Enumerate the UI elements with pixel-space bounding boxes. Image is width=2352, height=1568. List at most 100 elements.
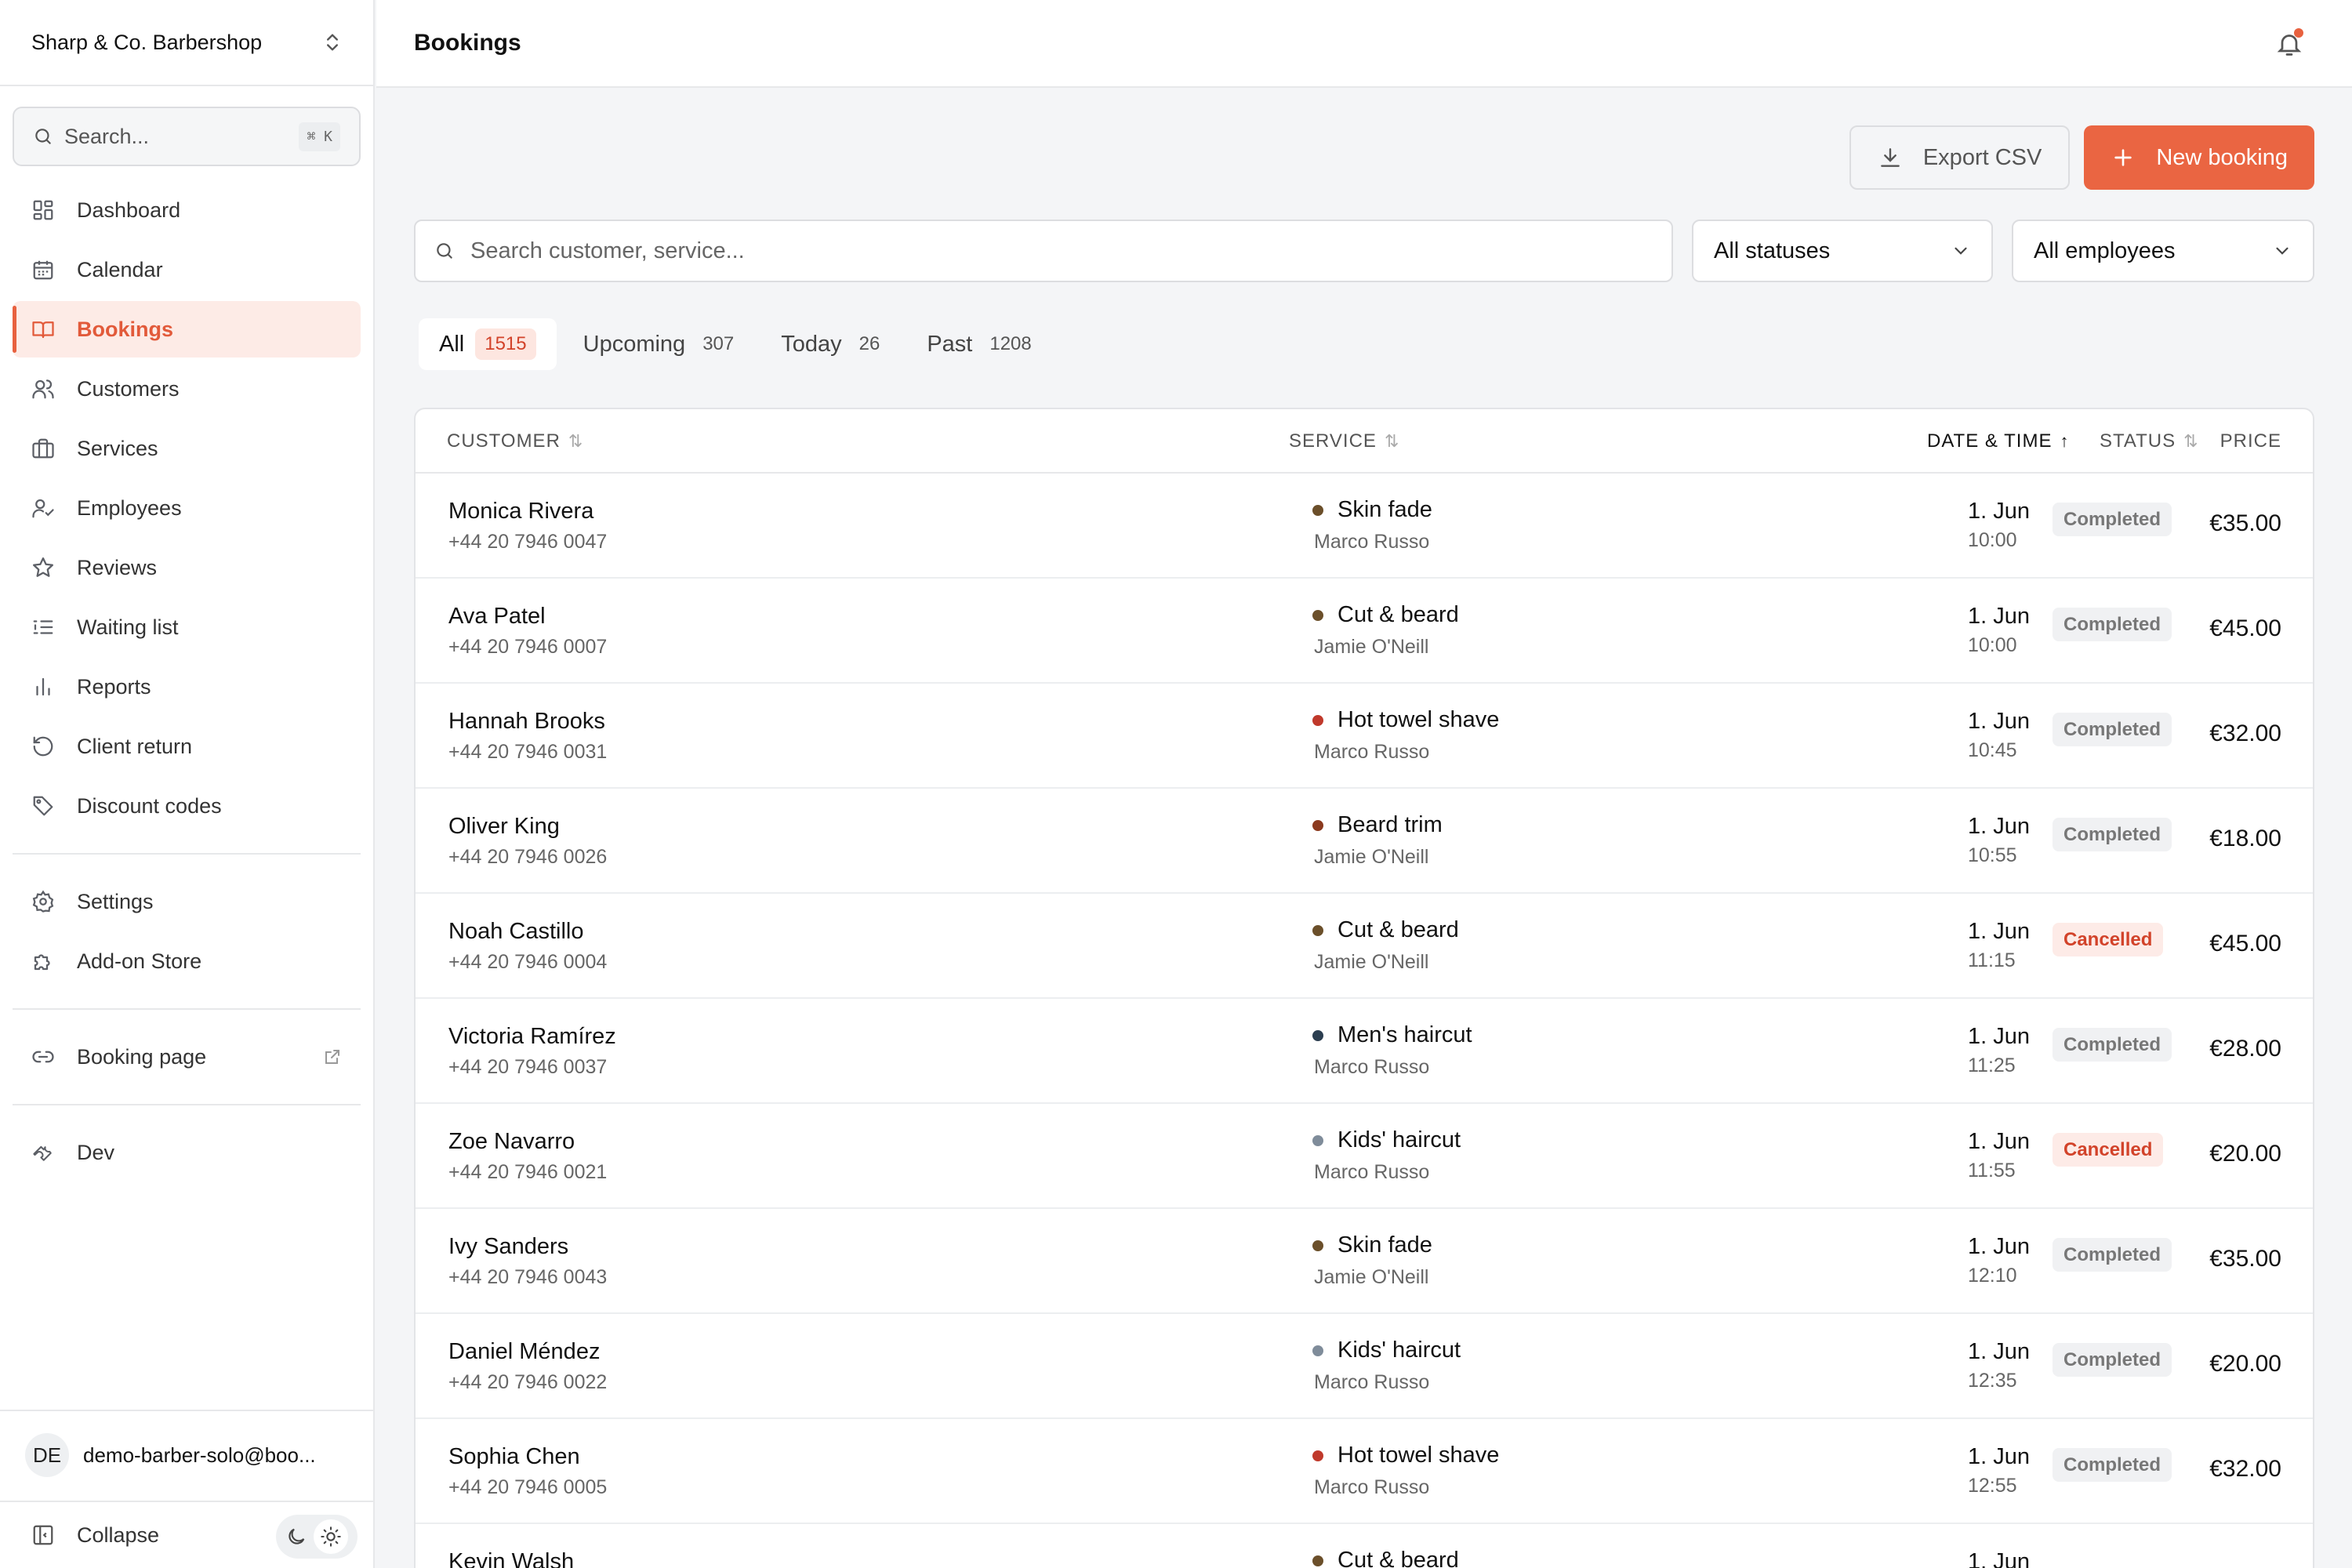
employee-name: Marco Russo (1314, 1371, 1430, 1393)
collapse-label: Collapse (77, 1523, 160, 1547)
sidebar-item-reviews[interactable]: Reviews (13, 539, 361, 596)
date-time-cell: 1. Jun 10:00 (1968, 604, 2030, 657)
bookings-search-input[interactable]: Search customer, service... (414, 220, 1673, 282)
table-row[interactable]: Zoe Navarro +44 20 7946 0021 Kids' haircut… (416, 1104, 2313, 1209)
sidebar-item-client-return[interactable]: Client return (13, 718, 361, 775)
customer-name: Victoria Ramírez (448, 1024, 616, 1049)
column-header-service[interactable]: SERVICE ⇅ (1289, 409, 1399, 474)
tab-label: Today (781, 331, 842, 357)
table-row[interactable]: Ivy Sanders +44 20 7946 0043 Skin fade Jami… (416, 1209, 2313, 1314)
customer-cell: Victoria Ramírez +44 20 7946 0037 (448, 1024, 616, 1079)
price-cell: €28.00 (2209, 1036, 2281, 1062)
notification-dot (2294, 28, 2303, 38)
moon-icon[interactable] (285, 1526, 307, 1548)
customer-cell: Hannah Brooks +44 20 7946 0031 (448, 709, 607, 764)
sort-icon: ⇅ (2183, 431, 2199, 451)
sidebar-item-customers[interactable]: Customers (13, 361, 361, 417)
service-cell: Cut & beard (1312, 1548, 1459, 1568)
employee-name: Jamie O'Neill (1314, 636, 1429, 658)
user-menu[interactable]: DE demo-barber-solo@boo... (0, 1410, 373, 1499)
sidebar-item-add-on-store[interactable]: Add-on Store (13, 933, 361, 989)
sidebar-item-bookings[interactable]: Bookings (13, 301, 361, 358)
sidebar-item-discount-codes[interactable]: Discount codes (13, 778, 361, 834)
collapse-sidebar[interactable]: Collapse (0, 1501, 373, 1568)
sidebar-item-employees[interactable]: Employees (13, 480, 361, 536)
sidebar-item-label: Dashboard (77, 198, 181, 222)
export-csv-button[interactable]: Export CSV (1849, 125, 2071, 190)
table-row[interactable]: Ava Patel +44 20 7946 0007 Cut & beard Jami… (416, 579, 2313, 684)
sidebar-item-waiting-list[interactable]: Waiting list (13, 599, 361, 655)
customer-phone: +44 20 7946 0031 (448, 741, 608, 763)
status-badge: Completed (2053, 713, 2172, 746)
status-badge: Cancelled (2053, 1133, 2164, 1167)
theme-toggle[interactable] (276, 1515, 358, 1559)
sidebar-item-calendar[interactable]: Calendar (13, 241, 361, 298)
page-actions: Export CSV New booking (1849, 125, 2314, 190)
filters-bar: Search customer, service... All statuses… (414, 220, 2314, 282)
table-row[interactable]: Oliver King +44 20 7946 0026 Beard trim Jam… (416, 789, 2313, 894)
status-filter-select[interactable]: All statuses (1692, 220, 1993, 282)
status-badge: Completed (2053, 1448, 2172, 1482)
price-cell: €20.00 (2209, 1141, 2281, 1167)
sidebar-item-label: Add-on Store (77, 949, 202, 973)
price-cell: €18.00 (2209, 826, 2281, 852)
table-row[interactable]: Hannah Brooks +44 20 7946 0031 Hot towel s… (416, 684, 2313, 789)
column-header-customer[interactable]: CUSTOMER ⇅ (447, 409, 583, 474)
table-row[interactable]: Sophia Chen +44 20 7946 0005 Hot towel sha… (416, 1419, 2313, 1524)
status-badge: Completed (2053, 818, 2172, 851)
new-booking-button[interactable]: New booking (2084, 125, 2314, 190)
table-row[interactable]: Daniel Méndez +44 20 7946 0022 Kids' hairc… (416, 1314, 2313, 1419)
wrench-icon (33, 1145, 52, 1161)
column-label: CUSTOMER (447, 430, 561, 452)
status-cell: Completed (2053, 1028, 2172, 1062)
column-header-date-time[interactable]: DATE & TIME ↑ (1927, 409, 2069, 474)
booking-price: €18.00 (2209, 826, 2281, 851)
sidebar-item-label: Bookings (77, 317, 174, 341)
customer-name: Ava Patel (448, 604, 546, 629)
tab-all[interactable]: All 1515 (419, 318, 557, 370)
sidebar-item-dashboard[interactable]: Dashboard (13, 182, 361, 238)
tab-label: All (439, 331, 465, 357)
date-time-cell: 1. Jun 10:55 (1968, 814, 2030, 867)
table-row[interactable]: Noah Castillo +44 20 7946 0004 Cut & beard… (416, 894, 2313, 999)
booking-time: 10:00 (1968, 634, 2017, 656)
sidebar-search[interactable]: Search... ⌘ K (13, 107, 361, 166)
sun-toggle[interactable] (314, 1519, 348, 1554)
table-row[interactable]: Victoria Ramírez +44 20 7946 0037 Men's ha… (416, 999, 2313, 1104)
sun-icon (321, 1526, 341, 1547)
sidebar-item-label: Customers (77, 376, 180, 401)
sidebar-item-dev[interactable]: Dev (13, 1124, 361, 1181)
employee-filter-select[interactable]: All employees (2012, 220, 2314, 282)
employee-name: Marco Russo (1314, 1161, 1430, 1183)
customer-cell: Zoe Navarro +44 20 7946 0021 (448, 1129, 607, 1184)
link-icon (32, 1051, 54, 1063)
employee-name: Marco Russo (1314, 741, 1430, 763)
tab-count: 1515 (475, 328, 536, 360)
table-row[interactable]: Monica Rivera +44 20 7946 0047 Skin fade Ma… (416, 474, 2313, 579)
tab-upcoming[interactable]: Upcoming 307 (563, 318, 755, 370)
star-icon (33, 557, 53, 577)
shop-switcher[interactable]: Sharp & Co. Barbershop (0, 0, 373, 86)
table-row[interactable]: Kevin Walsh Cut & beard 1. Jun (416, 1524, 2313, 1568)
sidebar-item-label: Reviews (77, 555, 158, 579)
sidebar-nav: Dashboard Calendar Bookings Customers Se… (0, 182, 373, 1181)
book-icon (32, 321, 54, 339)
booking-price: €35.00 (2209, 1246, 2281, 1272)
sort-icon: ⇅ (568, 431, 584, 451)
sidebar-collapse-icon (33, 1525, 53, 1545)
service-color-dot (1312, 1345, 1323, 1356)
booking-date: 1. Jun (1968, 1234, 2030, 1259)
tab-today[interactable]: Today 26 (760, 318, 900, 370)
sidebar-item-services[interactable]: Services (13, 420, 361, 477)
tab-past[interactable]: Past 1208 (906, 318, 1051, 370)
service-name: Men's haircut (1338, 1022, 1472, 1047)
column-header-status[interactable]: STATUS ⇅ (2100, 409, 2199, 474)
booking-time: 12:10 (1968, 1265, 2017, 1287)
sidebar-divider (13, 1104, 361, 1105)
service-color-dot (1312, 1555, 1323, 1566)
table-body: Monica Rivera +44 20 7946 0047 Skin fade Ma… (416, 474, 2313, 1568)
date-time-cell: 1. Jun 12:35 (1968, 1339, 2030, 1392)
sidebar-item-settings[interactable]: Settings (13, 873, 361, 930)
sidebar-item-reports[interactable]: Reports (13, 659, 361, 715)
sidebar-item-booking-page[interactable]: Booking page (13, 1029, 361, 1085)
